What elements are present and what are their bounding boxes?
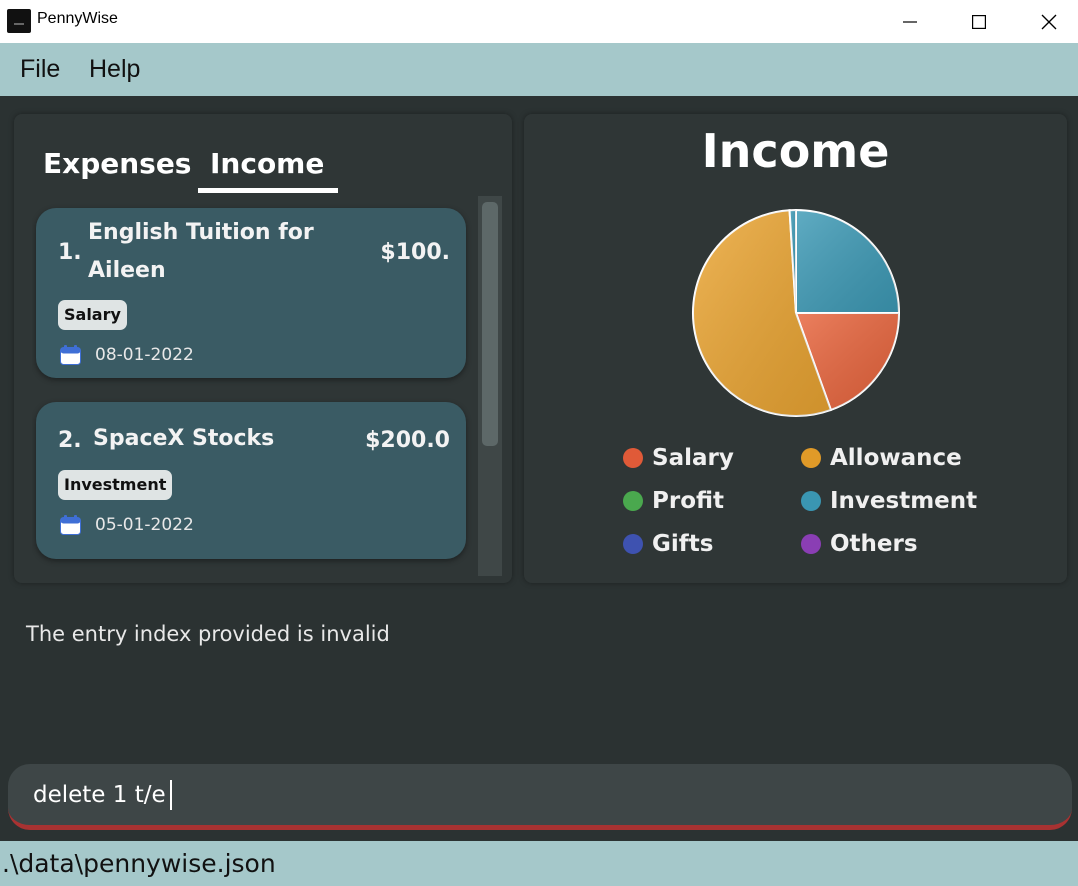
maximize-button[interactable]	[944, 0, 1014, 43]
entry-list-panel: Expenses Income 1. English Tuition for A…	[14, 114, 512, 583]
entry-amount: $200.0	[365, 428, 450, 453]
list-item[interactable]: 2. SpaceX Stocks $200.0 Investment 05-01…	[36, 402, 466, 559]
legend-label: Profit	[652, 488, 725, 514]
status-bar: .\data\pennywise.json	[0, 841, 1078, 886]
legend-label: Gifts	[652, 531, 714, 557]
entry-tag: Salary	[58, 300, 127, 330]
app-logo-icon	[7, 9, 31, 33]
entry-list: 1. English Tuition for Aileen $100. Sala…	[32, 198, 495, 576]
title-bar: PennyWise	[0, 0, 1078, 43]
legend-dot	[801, 491, 821, 511]
menu-bar: File Help	[0, 43, 1078, 96]
entry-date: 08-01-2022	[95, 345, 194, 365]
legend-dot	[623, 491, 643, 511]
legend-dot	[801, 534, 821, 554]
chart-panel: Income Salary Allowance Profit Investment Gi…	[524, 114, 1067, 583]
legend-item-gifts: Gifts	[623, 531, 713, 557]
entry-index: 2.	[58, 428, 82, 453]
legend-item-allowance: Allowance	[801, 445, 962, 471]
minimize-icon	[903, 20, 917, 23]
list-item[interactable]: 1. English Tuition for Aileen $100. Sala…	[36, 208, 466, 378]
scroll-thumb[interactable]	[482, 202, 498, 446]
close-icon	[1041, 14, 1057, 29]
legend-label: Salary	[652, 445, 734, 471]
entry-list-scrollbar[interactable]	[478, 196, 502, 576]
legend-dot	[623, 448, 643, 468]
legend-dot	[623, 534, 643, 554]
legend-label: Investment	[830, 488, 978, 514]
result-message: The entry index provided is invalid	[26, 622, 390, 646]
legend-label: Allowance	[830, 445, 962, 471]
legend-item-profit: Profit	[623, 488, 724, 514]
legend-label: Others	[830, 531, 918, 557]
text-cursor	[170, 780, 172, 810]
entry-index: 1.	[58, 240, 82, 265]
entry-date: 05-01-2022	[95, 515, 194, 535]
income-pie-chart	[692, 208, 901, 417]
entry-title: SpaceX Stocks	[93, 426, 275, 451]
active-tab-indicator	[198, 188, 338, 193]
app-title: PennyWise	[37, 10, 118, 27]
entry-tag: Investment	[58, 470, 173, 500]
tab-expenses[interactable]: Expenses	[43, 147, 191, 180]
entry-amount: $100.	[380, 240, 450, 265]
legend-dot	[801, 448, 821, 468]
legend-item-investment: Investment	[801, 488, 977, 514]
maximize-icon	[972, 14, 986, 29]
entry-title: English Tuition for Aileen	[88, 220, 314, 283]
command-box[interactable]	[8, 764, 1072, 830]
calendar-icon	[60, 515, 81, 535]
legend-item-others: Others	[801, 531, 918, 557]
legend-item-salary: Salary	[623, 445, 734, 471]
data-file-path: .\data\pennywise.json	[2, 849, 276, 878]
menu-file[interactable]: File	[20, 55, 60, 84]
pie-slice-shade	[796, 210, 899, 313]
command-input[interactable]	[33, 778, 1033, 812]
tab-income[interactable]: Income	[210, 147, 324, 180]
calendar-icon	[60, 345, 81, 365]
minimize-button[interactable]	[875, 0, 945, 43]
close-button[interactable]	[1014, 0, 1078, 43]
menu-help[interactable]: Help	[89, 55, 140, 84]
